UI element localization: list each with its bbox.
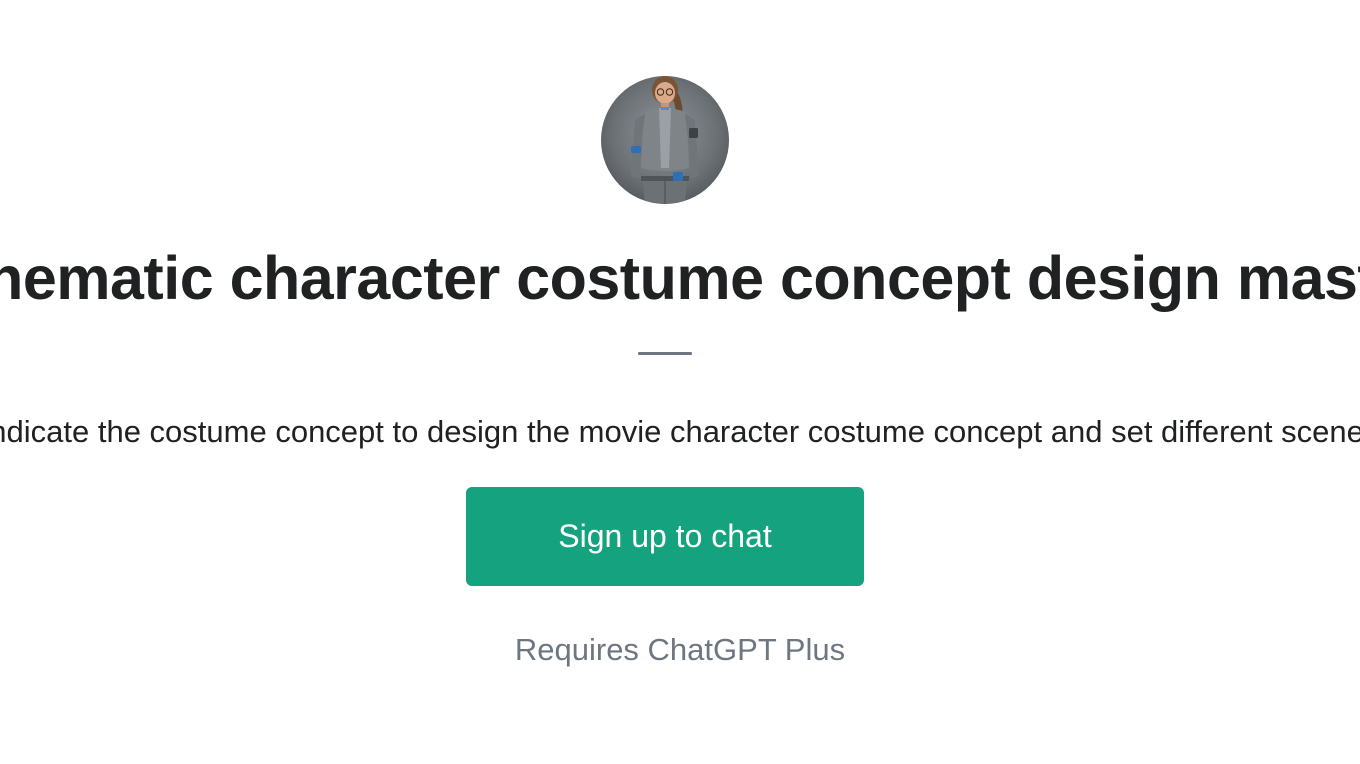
- character-portrait-image: [631, 76, 699, 204]
- requirement-note: Requires ChatGPT Plus: [514, 632, 846, 667]
- gpt-landing-page: Cinematic character costume concept desi…: [0, 0, 1360, 764]
- sign-up-to-chat-button[interactable]: Sign up to chat: [466, 487, 864, 586]
- title-container: Cinematic character costume concept desi…: [0, 238, 1360, 318]
- divider: [638, 352, 692, 355]
- gpt-avatar: [601, 76, 729, 204]
- gpt-description: Indicate the costume concept to design t…: [0, 414, 1360, 449]
- description-container: Indicate the costume concept to design t…: [0, 410, 1360, 454]
- page-title: Cinematic character costume concept desi…: [0, 244, 1360, 312]
